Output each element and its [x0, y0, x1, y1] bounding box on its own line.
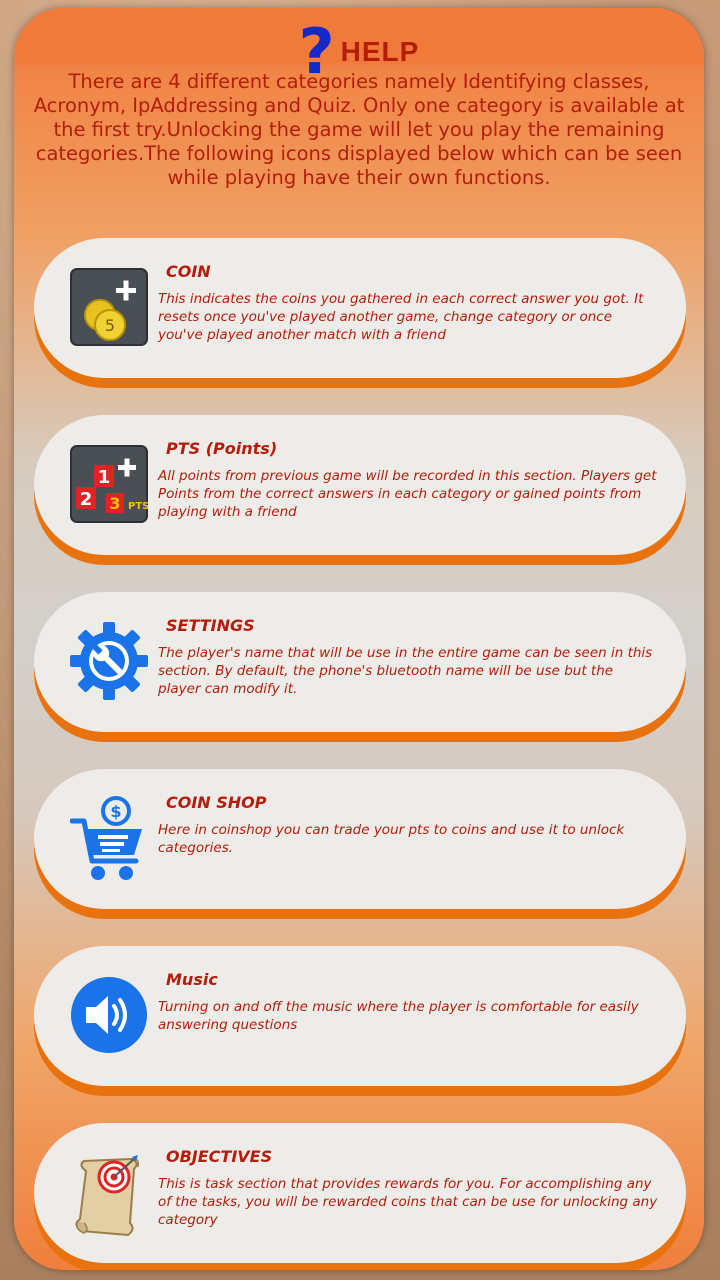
- svg-text:2: 2: [80, 489, 93, 510]
- svg-text:PTS: PTS: [128, 501, 148, 512]
- help-item-music: Music Turning on and off the music where…: [34, 946, 686, 1096]
- settings-gear-icon: [70, 622, 148, 700]
- svg-text:5: 5: [105, 316, 115, 335]
- help-item-title: COIN SHOP: [166, 793, 267, 812]
- page-title: HELP: [340, 36, 420, 67]
- title-bar: ? HELP: [14, 15, 704, 88]
- svg-text:3: 3: [109, 494, 120, 513]
- help-item-objectives: OBJECTIVES This is task section that pro…: [34, 1123, 686, 1270]
- help-item-description: All points from previous game will be re…: [158, 468, 657, 520]
- help-dialog: There are 4 different categories namely …: [14, 8, 704, 1270]
- scroll-target-icon: [70, 1153, 148, 1237]
- help-item-description: This is task section that provides rewar…: [158, 1176, 658, 1228]
- help-item-description: Here in coinshop you can trade your pts …: [158, 822, 625, 856]
- help-item-title: PTS (Points): [166, 439, 278, 458]
- help-item-title: SETTINGS: [166, 616, 255, 635]
- help-item-title: Music: [166, 970, 218, 989]
- help-item-title: OBJECTIVES: [166, 1147, 273, 1166]
- help-item-points: 1 2 3 PTS PTS (Points) All points from p…: [34, 415, 686, 565]
- help-item-coin-shop: $ COIN SHOP Here in coinshop you can tra…: [34, 769, 686, 919]
- help-item-coin: 5 COIN This indicates the coins you gath…: [34, 238, 686, 388]
- help-item-settings: SETTINGS The player's name that will be …: [34, 592, 686, 742]
- shopping-cart-icon: $: [69, 796, 148, 880]
- question-mark-icon: ?: [298, 15, 335, 88]
- help-item-description: Turning on and off the music where the p…: [158, 999, 639, 1033]
- help-item-description: The player's name that will be use in th…: [158, 645, 653, 697]
- svg-text:$: $: [110, 802, 121, 821]
- help-item-description: This indicates the coins you gathered in…: [158, 291, 644, 343]
- intro-text: There are 4 different categories namely …: [33, 70, 685, 189]
- help-item-title: COIN: [166, 262, 211, 281]
- coin-plus-icon: 5: [70, 268, 148, 346]
- points-plus-icon: 1 2 3 PTS: [70, 445, 149, 523]
- svg-text:1: 1: [98, 467, 111, 488]
- speaker-icon: [70, 976, 148, 1054]
